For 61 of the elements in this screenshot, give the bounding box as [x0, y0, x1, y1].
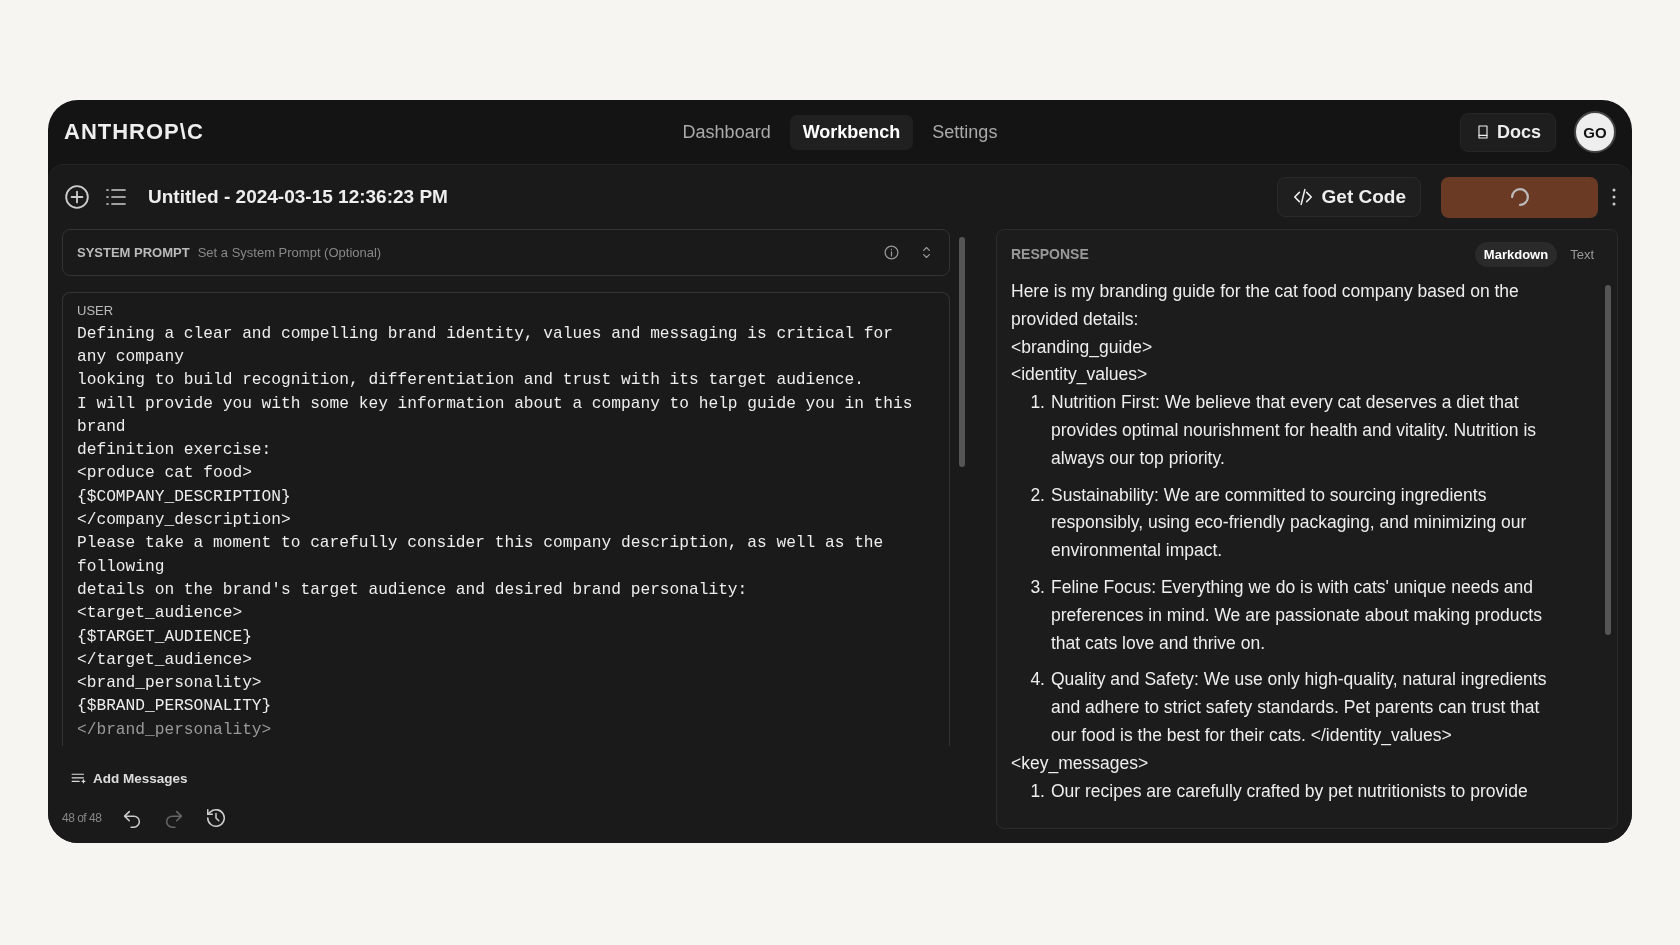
kebab-icon: [1612, 188, 1616, 206]
nav-tab[interactable]: Workbench: [789, 114, 914, 150]
nav-tab[interactable]: Settings: [919, 114, 1011, 150]
response-text: <identity_values>: [1011, 363, 1149, 387]
list-item-text: Sustainability: We are committed to sourcing ingredients responsibly, using eco-friendly packaging, and minimizing our environmental impact.: [1051, 483, 1528, 563]
code-line: I will provide you with some key information about a company to help guide you in this: [77, 393, 914, 415]
list-number: 1.: [1029, 779, 1045, 803]
list-number: 2.: [1029, 483, 1045, 507]
field-label: SYSTEM PROMPT: [77, 244, 190, 260]
code-line: looking to build recognition, differentiation and trust with its target audience.: [77, 370, 865, 392]
view-toggle[interactable]: Markdown: [1474, 241, 1558, 267]
history-icon: [205, 807, 228, 829]
code-line: brand: [77, 416, 127, 438]
add-button[interactable]: [64, 184, 90, 210]
code-line: {$COMPANY_DESCRIPTION}: [77, 486, 292, 508]
list-item-text: Feline Focus: Everything we do is with cats' unique needs and preferences in mind. We are passionate about making products that cats love and thrive on.: [1051, 575, 1543, 655]
code-line: {$BRAND_PERSONALITY}: [77, 696, 273, 718]
list-item-text: Quality and Safety: We use only high-quality, natural ingredients and adhere to strict safety standards. Pet parents can trust that our food is the best for their cats. </identity_values>: [1051, 668, 1548, 748]
view-toggle[interactable]: Text: [1561, 241, 1603, 267]
more-button[interactable]: [1612, 188, 1616, 206]
list-item-text: Our recipes are carefully crafted by pet nutritionists to provide: [1051, 779, 1528, 803]
response-text: <key_messages>: [1011, 751, 1150, 776]
list-number: 3.: [1029, 575, 1045, 599]
spinner-icon: [1510, 188, 1529, 206]
scrollbar[interactable]: [1605, 285, 1611, 635]
scrollbar[interactable]: [959, 237, 965, 467]
code-line: </target_audience>: [77, 649, 253, 671]
panel-label: RESPONSE: [1011, 246, 1089, 262]
list-number: 4.: [1029, 668, 1045, 692]
plus-icon: [64, 184, 90, 210]
version-count: 48 of 48: [62, 811, 102, 825]
code-line: </brand_personality>: [77, 719, 273, 741]
code-line: definition exercise:: [77, 440, 273, 462]
code-line: <target_audience>: [77, 603, 244, 625]
code-line: <produce cat food>: [77, 463, 253, 485]
code-line: following: [77, 556, 166, 578]
role-label: USER: [77, 302, 115, 318]
add-messages-button[interactable]: Add Messages: [70, 770, 188, 787]
book-icon: [1475, 124, 1491, 140]
list-item-text: Nutrition First: We believe that every cat deserves a diet that provides optimal nourishment for health and vitality. Nutrition is always our top priority.: [1051, 391, 1538, 470]
code-line: </company_description>: [77, 510, 292, 532]
history-button[interactable]: [205, 807, 228, 829]
response-text: <branding_guide>: [1011, 335, 1154, 360]
list-number: 1.: [1029, 391, 1045, 415]
docs-button[interactable]: Docs: [1460, 112, 1556, 152]
response-text: Here is my branding guide for the cat food company based on the provided details:: [1011, 280, 1520, 331]
user-message-editor[interactable]: [62, 291, 950, 746]
get-code-button[interactable]: Get Code: [1276, 177, 1421, 217]
code-line: details on the brand's target audience and desired brand personality:: [77, 579, 749, 601]
code-icon: [1291, 186, 1314, 208]
code-line: Please take a moment to carefully consider this company description, as well as the: [77, 533, 885, 555]
logo[interactable]: ANTHROP\C: [64, 119, 204, 145]
code-line: <brand_personality>: [77, 673, 263, 695]
code-line: any company: [77, 346, 185, 368]
prompt-title: Untitled - 2024-03-15 12:36:23 PM: [148, 186, 449, 208]
nav-tab[interactable]: Dashboard: [669, 114, 784, 150]
code-line: Defining a clear and compelling brand identity, values and messaging is critical for: [77, 323, 894, 345]
info-icon: [883, 243, 900, 261]
user-avatar[interactable]: GO: [1574, 111, 1616, 153]
code-line: {$TARGET_AUDIENCE}: [77, 626, 253, 648]
system-prompt-input[interactable]: Set a System Prompt (Optional): [197, 244, 875, 260]
